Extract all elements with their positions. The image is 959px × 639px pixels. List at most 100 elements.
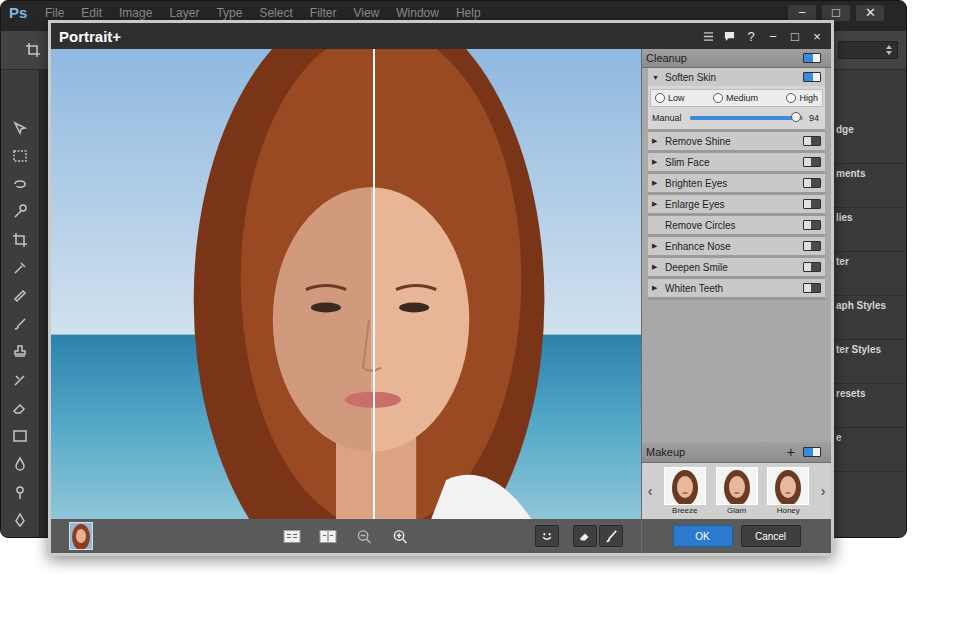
- makeup-preset[interactable]: Glam: [716, 467, 758, 515]
- cleanup-item-toggle[interactable]: [803, 199, 821, 209]
- panel-item[interactable]: dge: [833, 120, 906, 164]
- move-tool-icon[interactable]: [12, 120, 28, 136]
- slider-knob[interactable]: [791, 112, 801, 122]
- title-control-button[interactable]: ×: [811, 29, 823, 44]
- zoom-out-icon[interactable]: [355, 529, 373, 544]
- side-by-side-view-icon[interactable]: [319, 529, 337, 544]
- expand-arrow[interactable]: ▶: [652, 179, 661, 187]
- panel-item[interactable]: aph Styles: [833, 296, 906, 340]
- cleanup-label: Whiten Teeth: [665, 283, 799, 294]
- compare-divider[interactable]: [373, 49, 375, 519]
- blur-tool-icon[interactable]: [12, 456, 28, 472]
- add-makeup-button[interactable]: +: [787, 445, 795, 459]
- cleanup-row[interactable]: ▶ Brighten Eyes: [648, 174, 825, 192]
- menu-item[interactable]: Help: [456, 5, 481, 21]
- expand-arrow[interactable]: ▶: [652, 200, 661, 208]
- window-control-button[interactable]: ✕: [856, 5, 884, 21]
- cleanup-row[interactable]: ▼ Soften Skin: [648, 68, 825, 86]
- makeup-title: Makeup: [646, 446, 685, 458]
- eraser-button[interactable]: [573, 525, 597, 547]
- menu-item[interactable]: File: [45, 5, 64, 21]
- expand-arrow[interactable]: ▶: [652, 158, 661, 166]
- previous-button[interactable]: ‹: [646, 483, 654, 499]
- cleanup-toggle[interactable]: [803, 53, 821, 63]
- history-brush-tool-icon[interactable]: [12, 372, 28, 388]
- gradient-tool-icon[interactable]: [12, 428, 28, 444]
- expand-arrow[interactable]: ▶: [652, 242, 661, 250]
- title-control-button[interactable]: ?: [745, 29, 757, 44]
- cleanup-row[interactable]: ▶ Slim Face: [648, 153, 825, 171]
- strength-radio[interactable]: High: [786, 93, 818, 103]
- lasso-tool-icon[interactable]: [12, 176, 28, 192]
- menu-item[interactable]: Image: [119, 5, 152, 21]
- cleanup-row[interactable]: Remove Circles: [648, 216, 825, 234]
- stamp-tool-icon[interactable]: [12, 344, 28, 360]
- panel-item[interactable]: ments: [833, 164, 906, 208]
- eyedropper-tool-icon[interactable]: [12, 260, 28, 276]
- crop-icon[interactable]: [25, 42, 41, 58]
- face-detect-button[interactable]: [535, 525, 559, 547]
- panel-item[interactable]: ter: [833, 252, 906, 296]
- cleanup-row[interactable]: ▶ Remove Shine: [648, 132, 825, 150]
- menu-item[interactable]: Select: [259, 5, 292, 21]
- cleanup-row[interactable]: ▶ Enlarge Eyes: [648, 195, 825, 213]
- brush-button[interactable]: [599, 525, 623, 547]
- menu-item[interactable]: View: [353, 5, 379, 21]
- panel-item[interactable]: e: [833, 428, 906, 472]
- healing-tool-icon[interactable]: [12, 288, 28, 304]
- window-control-button[interactable]: −: [788, 5, 816, 21]
- dodge-tool-icon[interactable]: [12, 484, 28, 500]
- brush-tool-icon[interactable]: [12, 316, 28, 332]
- cleanup-item-toggle[interactable]: [803, 72, 821, 82]
- list-icon[interactable]: [703, 31, 714, 42]
- expand-arrow[interactable]: ▶: [652, 263, 661, 271]
- title-control-button[interactable]: −: [767, 29, 779, 44]
- expand-arrow[interactable]: ▶: [652, 284, 661, 292]
- cleanup-item-toggle[interactable]: [803, 136, 821, 146]
- cleanup-item-toggle[interactable]: [803, 283, 821, 293]
- window-control-button[interactable]: □: [822, 5, 850, 21]
- panel-item[interactable]: ter Styles: [833, 340, 906, 384]
- portrait-thumbnail-icon: [70, 523, 92, 549]
- workspace-dropdown[interactable]: [838, 41, 898, 59]
- strength-radio[interactable]: Low: [655, 93, 685, 103]
- menu-item[interactable]: Window: [396, 5, 439, 21]
- cleanup-item-toggle[interactable]: [803, 220, 821, 230]
- strength-radio[interactable]: Medium: [713, 93, 758, 103]
- cleanup-row[interactable]: ▶ Enhance Nose: [648, 237, 825, 255]
- photo-thumbnail[interactable]: [69, 522, 93, 550]
- cleanup-item-toggle[interactable]: [803, 178, 821, 188]
- panel-item[interactable]: lies: [833, 208, 906, 252]
- menu-item[interactable]: Layer: [169, 5, 199, 21]
- expand-arrow[interactable]: ▼: [652, 74, 661, 81]
- expand-arrow[interactable]: ▶: [652, 137, 661, 145]
- slider-track[interactable]: [690, 116, 803, 120]
- cleanup-item-toggle[interactable]: [803, 157, 821, 167]
- makeup-toggle[interactable]: [803, 447, 821, 457]
- marquee-tool-icon[interactable]: [12, 148, 28, 164]
- next-button[interactable]: ›: [819, 483, 827, 499]
- makeup-header[interactable]: Makeup +: [642, 442, 831, 463]
- cleanup-item-toggle[interactable]: [803, 262, 821, 272]
- cleanup-row[interactable]: ▶ Deepen Smile: [648, 258, 825, 276]
- panel-item[interactable]: resets: [833, 384, 906, 428]
- makeup-preset[interactable]: Breeze: [664, 467, 706, 515]
- pen-tool-icon[interactable]: [12, 512, 28, 528]
- title-control-button[interactable]: □: [789, 29, 801, 44]
- split-view-icon[interactable]: [283, 529, 301, 544]
- menu-item[interactable]: Type: [216, 5, 242, 21]
- cleanup-item-toggle[interactable]: [803, 241, 821, 251]
- chat-bubble-icon[interactable]: [724, 31, 735, 42]
- quick-select-tool-icon[interactable]: [12, 204, 28, 220]
- cleanup-header[interactable]: Cleanup: [642, 49, 831, 68]
- makeup-preset[interactable]: Honey: [767, 467, 809, 515]
- menu-item[interactable]: Filter: [310, 5, 337, 21]
- eraser-tool-icon[interactable]: [12, 400, 28, 416]
- dialog-button[interactable]: OK: [673, 525, 733, 547]
- dialog-button[interactable]: Cancel: [741, 525, 801, 547]
- zoom-in-icon[interactable]: [391, 529, 409, 544]
- crop-tool-icon[interactable]: [12, 232, 28, 248]
- cleanup-row[interactable]: ▶ Whiten Teeth: [648, 279, 825, 297]
- cleanup-item: ▶ Deepen Smile: [648, 258, 825, 279]
- menu-item[interactable]: Edit: [81, 5, 102, 21]
